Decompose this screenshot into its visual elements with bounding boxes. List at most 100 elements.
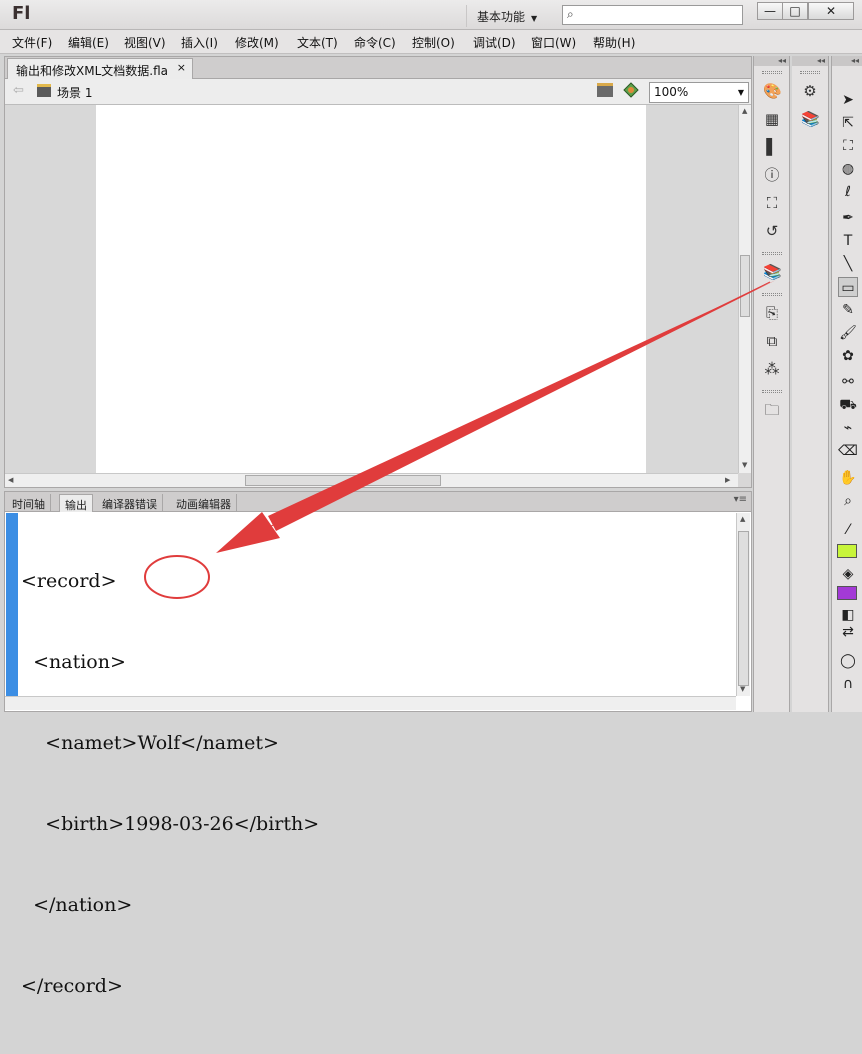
swap-colors-icon[interactable]: ⇄ xyxy=(838,622,858,642)
chevron-down-icon: ▼ xyxy=(737,88,744,97)
output-line: </record> xyxy=(21,975,123,997)
subselection-tool-icon[interactable]: ⇱ xyxy=(838,113,858,133)
pasteboard xyxy=(5,105,738,473)
scroll-up-icon[interactable]: ▲ xyxy=(740,515,745,523)
motion-presets-icon[interactable]: ↺ xyxy=(763,222,781,240)
transform-icon[interactable]: ⛶ xyxy=(763,194,781,212)
menu-file[interactable]: 文件(F) xyxy=(12,34,52,51)
hand-tool-icon[interactable]: ✋ xyxy=(838,468,858,488)
info-icon[interactable]: ⓘ xyxy=(763,166,781,184)
3d-rotation-tool-icon[interactable]: ◍ xyxy=(838,159,858,179)
line-tool-icon[interactable]: ╲ xyxy=(838,254,858,274)
behaviors-icon[interactable]: ⁂ xyxy=(763,360,781,378)
help-search-input[interactable]: ⌕ xyxy=(562,5,743,25)
tools-panel: ◂◂ ➤ ⇱ ⛶ ◍ ℓ ✒ T ╲ ▭ ✎ 🖌 ✿ ⚯ ⛟ ⌁ ⌫ ✋ ⌕ ⁄… xyxy=(831,56,862,712)
output-horizontal-scrollbar[interactable] xyxy=(5,696,736,710)
free-transform-tool-icon[interactable]: ⛶ xyxy=(838,136,858,156)
collapse-icon[interactable]: ◂◂ xyxy=(832,56,862,66)
menu-text[interactable]: 文本(T) xyxy=(297,34,338,51)
pencil-tool-icon[interactable]: ✎ xyxy=(838,300,858,320)
app-logo: Fl xyxy=(12,3,31,24)
lasso-tool-icon[interactable]: ℓ xyxy=(838,182,858,202)
tab-output[interactable]: 输出 xyxy=(59,494,93,512)
scroll-down-icon[interactable]: ▼ xyxy=(740,685,745,693)
color-palette-icon[interactable]: 🎨 xyxy=(763,82,782,100)
swatches-grid-icon[interactable]: ▦ xyxy=(763,110,781,128)
stage-canvas[interactable] xyxy=(96,105,646,473)
tab-motion-editor[interactable]: 动画编辑器 xyxy=(171,494,237,512)
scroll-right-icon[interactable]: ▶ xyxy=(725,476,730,484)
drag-handle[interactable] xyxy=(762,71,782,74)
align-icon[interactable]: ▌ xyxy=(763,138,781,156)
paint-bucket-tool-icon[interactable]: ⛟ xyxy=(838,395,858,415)
stage-vertical-scrollbar[interactable]: ▲ ▼ xyxy=(738,105,751,473)
scroll-thumb[interactable] xyxy=(740,255,750,317)
pen-tool-icon[interactable]: ✒ xyxy=(838,208,858,228)
menu-window[interactable]: 窗口(W) xyxy=(531,34,576,51)
snap-icon[interactable]: ◯ xyxy=(838,651,858,671)
document-area: 输出和修改XML文档数据.fla × ⇦ 场景 1 100% ▼ ▲ ▼ ◀ ▶ xyxy=(4,56,752,488)
output-text[interactable]: <record> <nation> <namet>Wolf</namet> <b… xyxy=(21,514,319,1054)
bone-tool-icon[interactable]: ⚯ xyxy=(838,372,858,392)
document-tab-bar: 输出和修改XML文档数据.fla × xyxy=(5,57,751,79)
menu-help[interactable]: 帮助(H) xyxy=(593,34,635,51)
actions-icon[interactable]: ⎘ xyxy=(763,304,781,322)
document-tab-title: 输出和修改XML文档数据.fla xyxy=(16,64,168,78)
scroll-down-icon[interactable]: ▼ xyxy=(742,461,747,469)
menu-modify[interactable]: 修改(M) xyxy=(235,34,279,51)
eraser-tool-icon[interactable]: ⌫ xyxy=(838,441,858,461)
menu-debug[interactable]: 调试(D) xyxy=(473,34,516,51)
properties-icon[interactable]: ⚙ xyxy=(801,82,819,100)
menu-insert[interactable]: 插入(I) xyxy=(181,34,218,51)
drag-handle[interactable] xyxy=(762,252,782,255)
zoom-tool-icon[interactable]: ⌕ xyxy=(838,491,858,511)
selection-tool-icon[interactable]: ➤ xyxy=(838,90,858,110)
eyedropper-tool-icon[interactable]: ⌁ xyxy=(838,418,858,438)
close-button[interactable]: ✕ xyxy=(808,2,854,20)
menu-view[interactable]: 视图(V) xyxy=(124,34,166,51)
stroke-color-swatch[interactable] xyxy=(837,544,857,558)
edit-scene-icon[interactable] xyxy=(597,83,613,97)
menu-commands[interactable]: 命令(C) xyxy=(354,34,396,51)
brush-tool-icon[interactable]: 🖌 xyxy=(838,323,858,343)
rectangle-tool-icon[interactable]: ▭ xyxy=(838,277,858,297)
tab-timeline[interactable]: 时间轴 xyxy=(7,494,51,512)
library-icon[interactable]: 📚 xyxy=(763,263,782,281)
fill-color-icon[interactable]: ◈ xyxy=(838,564,858,584)
drag-handle[interactable] xyxy=(800,71,820,74)
menu-bar: 文件(F) 编辑(E) 视图(V) 插入(I) 修改(M) 文本(T) 命令(C… xyxy=(0,30,862,54)
stage-horizontal-scrollbar[interactable]: ◀ ▶ xyxy=(5,473,738,487)
collapse-icon[interactable]: ◂◂ xyxy=(792,56,828,66)
project-icon[interactable]: 🗀 xyxy=(763,401,781,419)
output-vertical-scrollbar[interactable]: ▲ ▼ xyxy=(736,513,750,696)
components-icon[interactable]: ⧉ xyxy=(763,332,781,350)
deco-tool-icon[interactable]: ✿ xyxy=(838,346,858,366)
drag-handle[interactable] xyxy=(762,293,782,296)
workspace-switcher[interactable]: 基本功能 ▼ xyxy=(466,5,552,27)
menu-edit[interactable]: 编辑(E) xyxy=(68,34,109,51)
scroll-up-icon[interactable]: ▲ xyxy=(742,107,747,115)
menu-control[interactable]: 控制(O) xyxy=(412,34,455,51)
scroll-thumb[interactable] xyxy=(738,531,749,686)
document-tab[interactable]: 输出和修改XML文档数据.fla × xyxy=(7,58,193,79)
panel-menu-icon[interactable]: ▾≡ xyxy=(734,494,747,505)
edit-symbols-icon[interactable] xyxy=(623,82,639,98)
output-line: <record> xyxy=(21,570,117,592)
minimize-button[interactable]: — xyxy=(757,2,783,20)
scroll-left-icon[interactable]: ◀ xyxy=(8,476,13,484)
fill-color-swatch[interactable] xyxy=(837,586,857,600)
back-arrow-icon[interactable]: ⇦ xyxy=(13,83,24,98)
maximize-button[interactable]: □ xyxy=(782,2,808,20)
zoom-select[interactable]: 100% ▼ xyxy=(649,82,749,103)
output-line: </nation> xyxy=(21,894,133,916)
close-tab-icon[interactable]: × xyxy=(177,61,186,74)
stroke-color-icon[interactable]: ⁄ xyxy=(838,520,858,540)
scene-label[interactable]: 场景 1 xyxy=(57,84,92,101)
scroll-thumb[interactable] xyxy=(245,475,441,486)
drag-handle[interactable] xyxy=(762,390,782,393)
collapse-icon[interactable]: ◂◂ xyxy=(754,56,789,66)
tab-compiler-errors[interactable]: 编译器错误 xyxy=(97,494,163,512)
magnet-icon[interactable]: ∩ xyxy=(838,674,858,694)
library-icon[interactable]: 📚 xyxy=(801,110,820,128)
text-tool-icon[interactable]: T xyxy=(838,231,858,251)
